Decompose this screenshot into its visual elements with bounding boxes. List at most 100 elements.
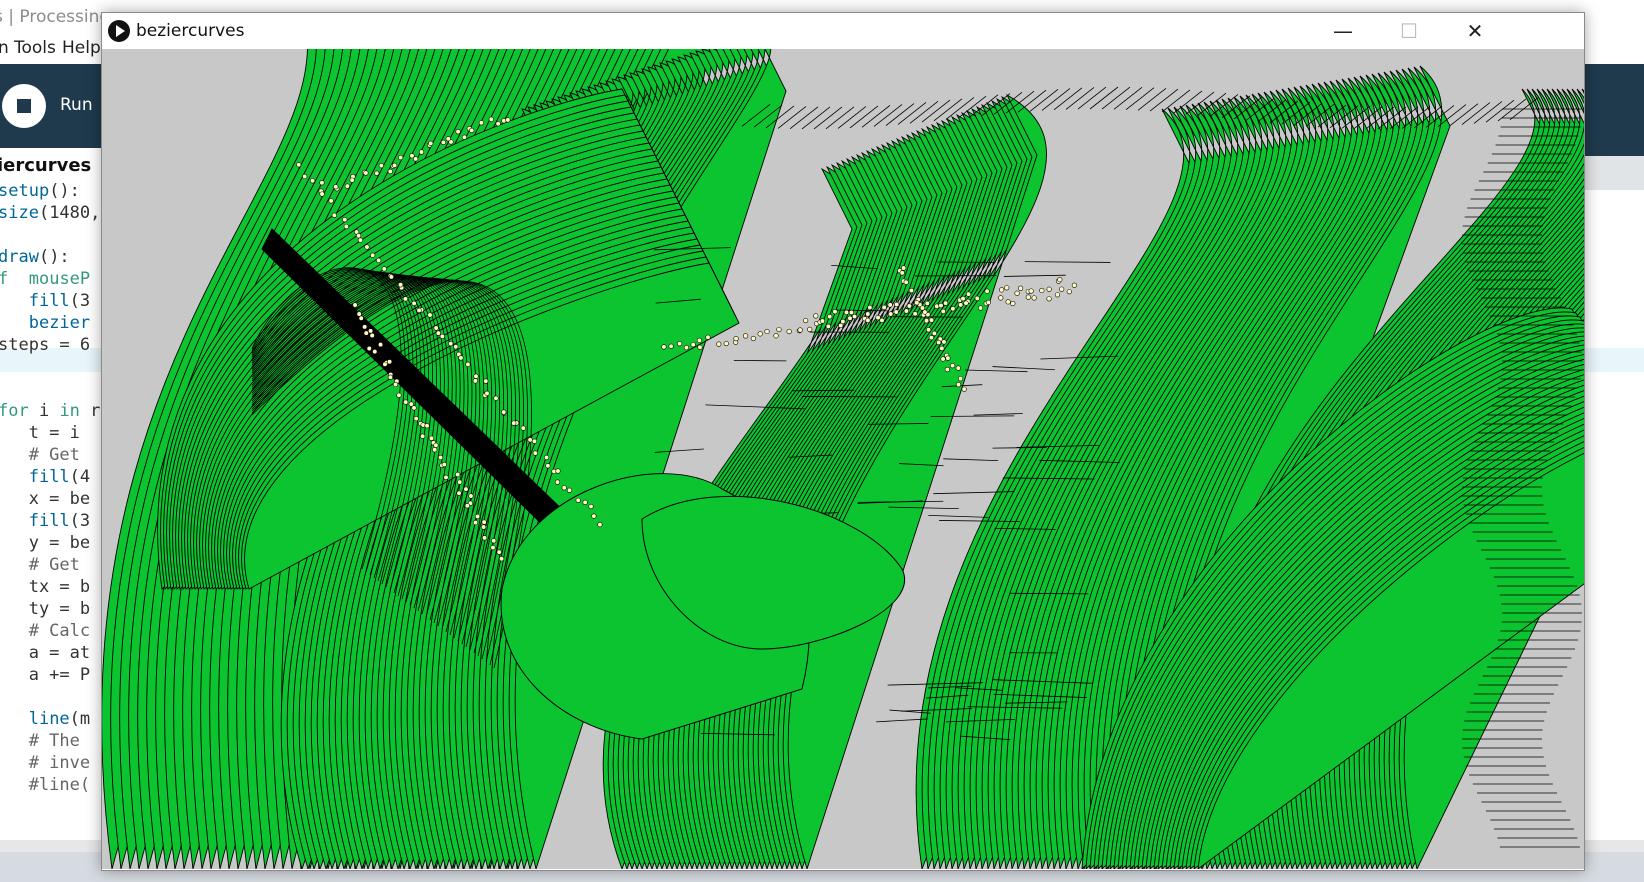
control-point — [416, 307, 422, 313]
code-line: steps = 6 — [0, 335, 91, 355]
control-point — [1031, 295, 1037, 301]
control-point — [413, 156, 419, 162]
tangent-line — [965, 369, 1028, 373]
code-line: draw(): — [0, 247, 70, 267]
control-point — [1028, 288, 1034, 294]
control-point — [903, 308, 909, 314]
control-point — [418, 149, 425, 155]
control-point — [786, 328, 792, 335]
control-point — [961, 386, 967, 392]
menu-tools[interactable]: Tools — [14, 38, 56, 58]
code-line: t = i — [0, 423, 80, 443]
tangent-line — [873, 104, 903, 127]
control-point — [392, 381, 399, 388]
control-point — [433, 325, 439, 331]
control-point — [364, 244, 370, 250]
control-point — [491, 538, 497, 544]
control-point — [940, 308, 946, 314]
control-point — [381, 266, 387, 272]
control-point — [803, 317, 809, 324]
control-point — [455, 129, 461, 135]
control-point — [481, 535, 488, 541]
control-point — [456, 490, 462, 496]
tangent-line — [928, 514, 989, 518]
control-point — [424, 423, 430, 429]
menu-help[interactable]: Help — [62, 38, 101, 58]
sketch-title: beziercurves — [136, 21, 245, 41]
control-point — [443, 474, 449, 480]
control-point — [457, 479, 463, 485]
control-point — [944, 366, 950, 373]
control-point — [331, 212, 337, 218]
control-point — [388, 274, 394, 280]
control-point — [764, 328, 770, 335]
control-point — [773, 333, 779, 339]
control-point — [922, 309, 928, 315]
control-point — [1046, 286, 1052, 292]
tangent-line — [1461, 102, 1491, 125]
tangent-line — [1113, 86, 1143, 110]
sketch-titlebar[interactable]: beziercurves — ☐ ✕ — [102, 13, 1584, 49]
control-point — [496, 549, 502, 555]
control-point — [1066, 289, 1072, 295]
control-point — [342, 217, 348, 223]
control-point — [875, 314, 881, 321]
sketch-canvas[interactable] — [102, 49, 1584, 869]
control-point — [867, 304, 873, 311]
control-point — [879, 317, 885, 324]
tangent-line — [1017, 89, 1047, 113]
tangent-line — [825, 106, 855, 130]
control-point — [363, 330, 369, 336]
control-point — [428, 435, 435, 441]
code-line: setup(): — [0, 181, 80, 201]
control-point — [543, 454, 550, 461]
control-point — [472, 378, 478, 384]
control-point — [825, 323, 831, 329]
code-line: f mouseP — [0, 269, 91, 289]
control-point — [484, 390, 490, 396]
control-point — [499, 556, 505, 562]
tangent-line — [1041, 88, 1071, 111]
control-point — [545, 463, 551, 469]
tangent-line — [1065, 87, 1095, 110]
code-line: fill(3 — [28, 291, 91, 311]
control-point — [344, 183, 350, 189]
stop-button[interactable] — [2, 84, 46, 128]
control-point — [448, 341, 454, 347]
control-point — [901, 265, 907, 271]
run-label: Run — [60, 95, 93, 115]
control-point — [372, 349, 378, 355]
code-line: line(m — [28, 709, 91, 729]
control-point — [977, 305, 984, 311]
menu-sketch[interactable]: n — [0, 38, 9, 58]
control-point — [984, 288, 990, 294]
tangent-line — [1003, 274, 1066, 277]
control-point — [819, 318, 826, 324]
control-point — [458, 355, 464, 361]
control-point — [532, 450, 538, 456]
control-point — [366, 345, 372, 352]
control-point — [757, 331, 763, 337]
control-point — [597, 521, 603, 528]
control-point — [490, 545, 496, 551]
tangent-line — [777, 106, 807, 129]
control-point — [1014, 290, 1020, 296]
control-point — [411, 405, 417, 411]
code-line: size(1480, — [0, 203, 101, 223]
control-point — [1025, 294, 1031, 300]
maximize-button[interactable]: ☐ — [1376, 13, 1442, 49]
control-point — [441, 461, 447, 468]
control-point — [378, 162, 384, 169]
control-point — [776, 326, 782, 333]
code-line: # Get — [0, 445, 80, 465]
control-point — [427, 312, 433, 318]
control-point — [998, 295, 1004, 301]
control-point — [501, 409, 507, 415]
control-point — [843, 309, 850, 315]
control-point — [356, 233, 362, 239]
control-point — [531, 438, 538, 444]
control-point — [847, 315, 853, 321]
control-point — [832, 309, 838, 315]
close-button[interactable]: ✕ — [1442, 13, 1508, 49]
minimize-button[interactable]: — — [1310, 13, 1376, 49]
